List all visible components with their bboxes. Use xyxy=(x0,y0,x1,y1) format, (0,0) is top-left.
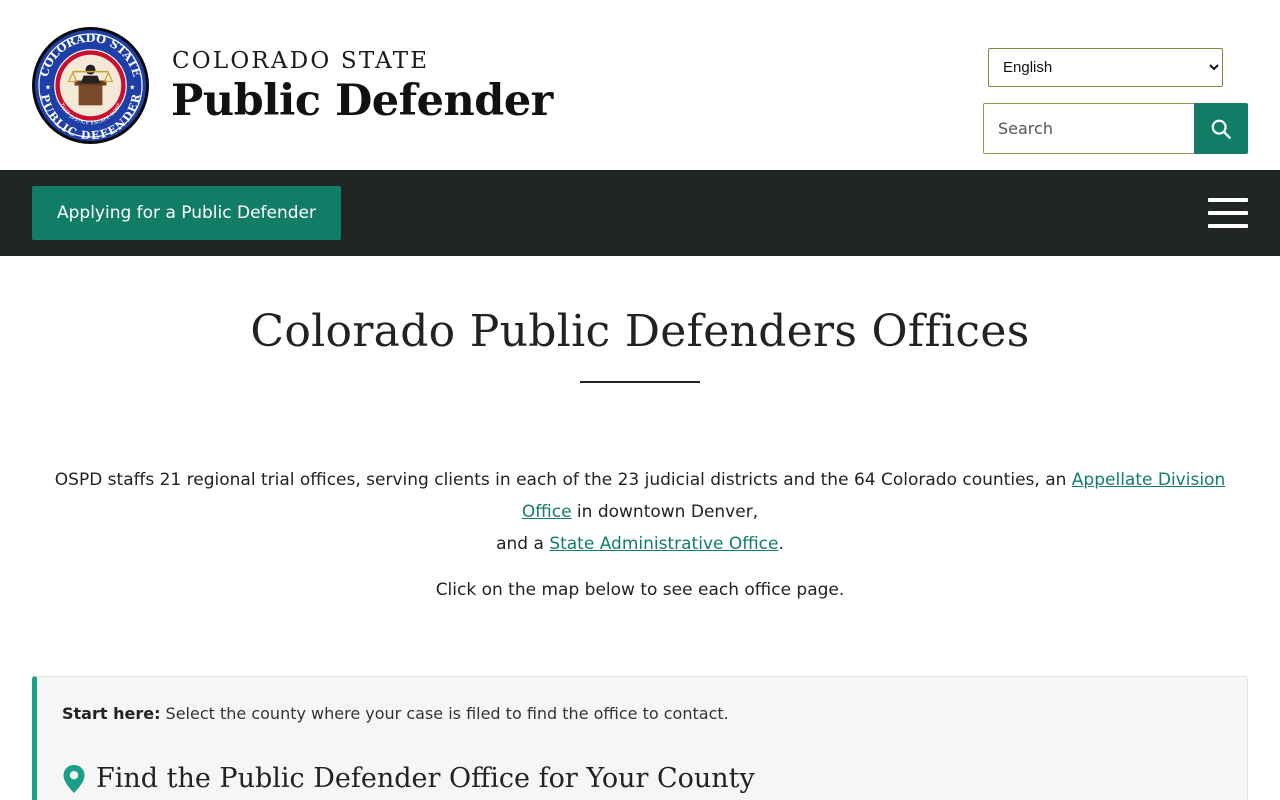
county-finder-title: Find the Public Defender Office for Your… xyxy=(96,763,755,794)
county-finder-callout: Start here: Select the county where your… xyxy=(32,676,1248,800)
start-here-instruction: Select the county where your case is fil… xyxy=(160,704,729,723)
hamburger-menu-icon-bar xyxy=(1208,224,1248,228)
start-here-text: Start here: Select the county where your… xyxy=(62,704,729,723)
start-here-label: Start here: xyxy=(62,704,161,723)
language-select[interactable]: English xyxy=(988,48,1223,87)
brand-title[interactable]: Public Defender xyxy=(171,76,553,126)
hamburger-menu-icon-bar xyxy=(1208,211,1248,215)
search-input[interactable] xyxy=(983,103,1195,154)
hamburger-menu-icon-bar xyxy=(1208,198,1248,202)
hamburger-menu-button[interactable] xyxy=(1204,194,1252,232)
svg-text:★: ★ xyxy=(129,83,135,91)
title-divider xyxy=(580,381,700,383)
intro-text-1: OSPD staffs 21 regional trial offices, s… xyxy=(54,470,1072,490)
svg-text:★: ★ xyxy=(45,83,51,91)
state-seal-logo[interactable]: ★ ★ COLORADO STATE PUBLIC DEFENDER THAT … xyxy=(31,26,150,145)
brand-subtitle: COLORADO STATE xyxy=(172,48,430,74)
site-header: ★ ★ COLORADO STATE PUBLIC DEFENDER THAT … xyxy=(0,0,1280,170)
page-title: Colorado Public Defenders Offices xyxy=(250,306,1030,357)
state-administrative-link[interactable]: State Administrative Office xyxy=(549,534,778,554)
county-finder-heading: Find the Public Defender Office for Your… xyxy=(62,763,755,794)
search-button[interactable] xyxy=(1194,103,1248,154)
main-navbar: Applying for a Public Defender xyxy=(0,170,1280,256)
search-icon xyxy=(1211,119,1231,139)
intro-text-4: . xyxy=(778,534,784,554)
intro-text-2: in downtown Denver, xyxy=(571,502,759,522)
apply-public-defender-button[interactable]: Applying for a Public Defender xyxy=(32,186,341,240)
intro-paragraph: OSPD staffs 21 regional trial offices, s… xyxy=(30,464,1250,560)
map-instruction: Click on the map below to see each offic… xyxy=(435,580,845,600)
intro-text-3: and a xyxy=(496,534,550,554)
map-pin-icon xyxy=(63,764,85,793)
